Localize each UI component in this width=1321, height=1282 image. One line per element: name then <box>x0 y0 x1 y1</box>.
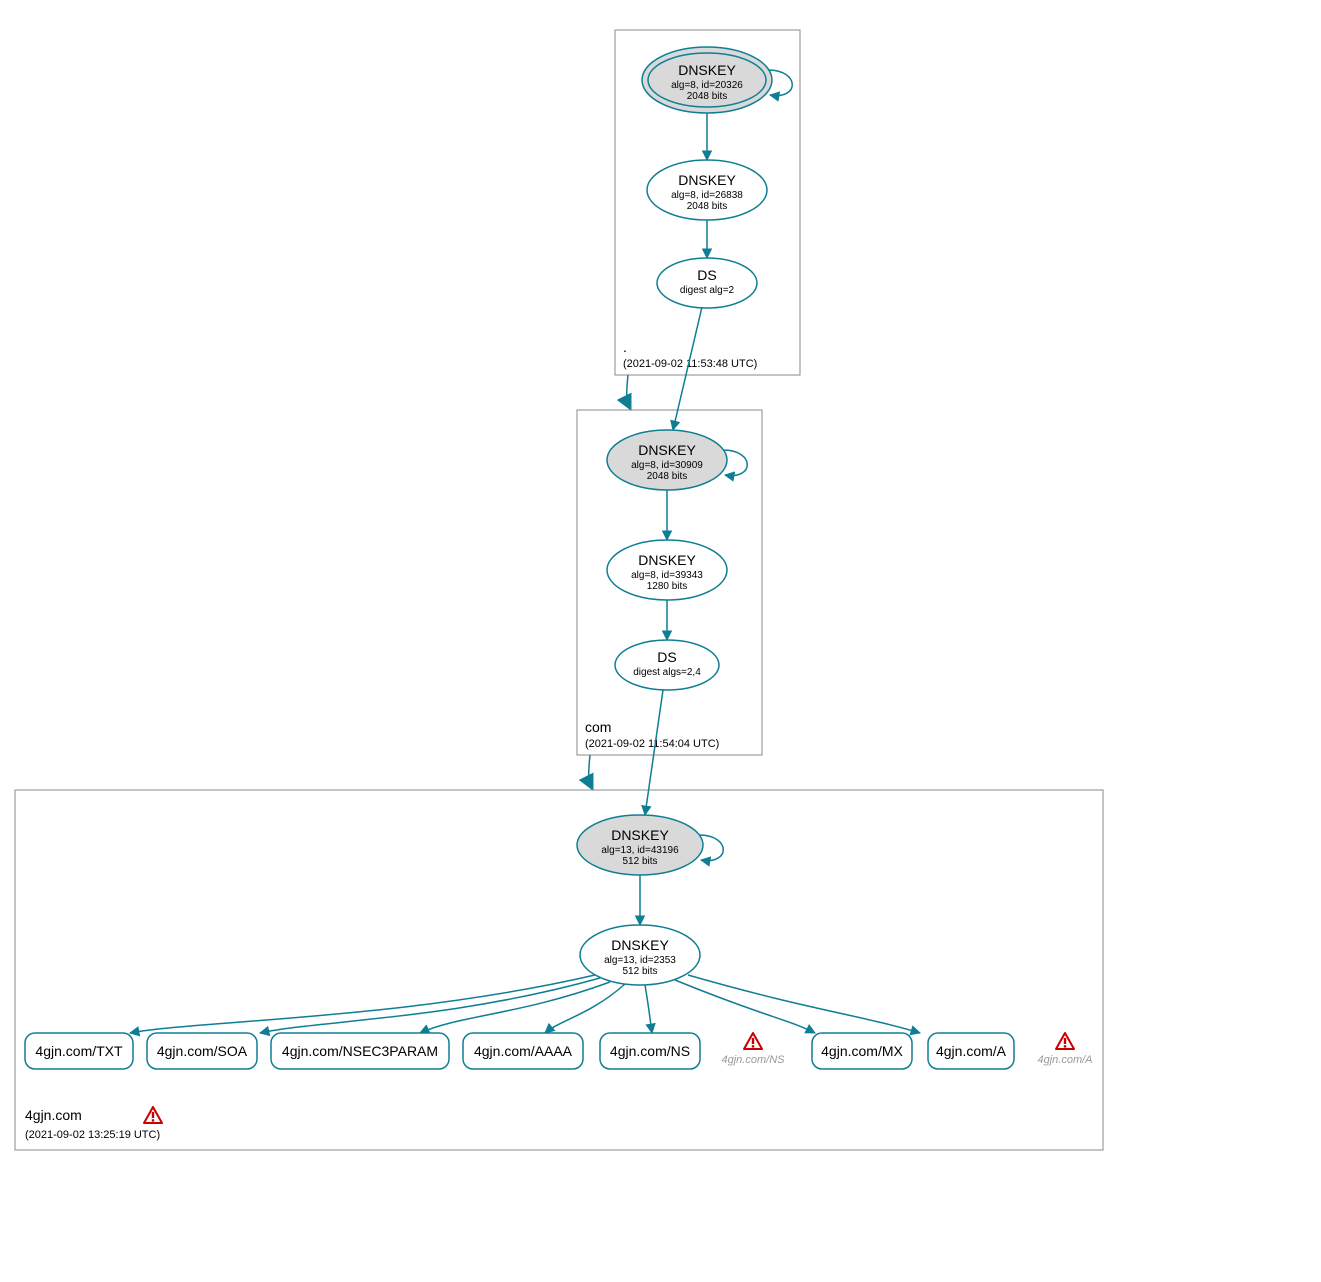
ghost-a-label: 4gjn.com/A <box>1037 1054 1092 1066</box>
edge-zone-com-leaf <box>589 755 592 788</box>
zone-com-ts: (2021-09-02 11:54:04 UTC) <box>585 738 719 750</box>
rr-mx: 4gjn.com/MX <box>812 1033 912 1069</box>
edge-leaf-a <box>688 975 920 1033</box>
svg-text:digest algs=2,4: digest algs=2,4 <box>633 667 701 678</box>
svg-text:4gjn.com/AAAA: 4gjn.com/AAAA <box>474 1043 573 1059</box>
svg-text:DNSKEY: DNSKEY <box>678 62 736 78</box>
svg-text:2048 bits: 2048 bits <box>687 201 728 212</box>
svg-text:DNSKEY: DNSKEY <box>638 552 696 568</box>
svg-text:4gjn.com/A: 4gjn.com/A <box>936 1043 1007 1059</box>
svg-text:alg=8, id=26838: alg=8, id=26838 <box>671 190 743 201</box>
zone-root-name: . <box>623 339 627 355</box>
svg-text:512 bits: 512 bits <box>622 966 657 977</box>
rr-txt: 4gjn.com/TXT <box>25 1033 133 1069</box>
dnssec-diagram: . (2021-09-02 11:53:48 UTC) DNSKEY alg=8… <box>0 0 1321 1282</box>
svg-text:alg=8, id=39343: alg=8, id=39343 <box>631 570 703 581</box>
svg-text:4gjn.com/MX: 4gjn.com/MX <box>821 1043 903 1059</box>
rr-aaaa: 4gjn.com/AAAA <box>463 1033 583 1069</box>
ghost-ns-label: 4gjn.com/NS <box>722 1054 786 1066</box>
zone-leaf-box <box>15 790 1103 1150</box>
leaf-ksk-node: DNSKEY alg=13, id=43196 512 bits <box>577 815 703 875</box>
edge-zone-root-com <box>627 375 630 408</box>
svg-text:DNSKEY: DNSKEY <box>638 442 696 458</box>
svg-text:digest alg=2: digest alg=2 <box>680 285 735 296</box>
root-ksk-node: DNSKEY alg=8, id=20326 2048 bits <box>642 47 772 113</box>
svg-text:2048 bits: 2048 bits <box>647 471 688 482</box>
svg-text:DS: DS <box>657 649 676 665</box>
svg-text:DNSKEY: DNSKEY <box>611 937 669 953</box>
svg-text:4gjn.com/TXT: 4gjn.com/TXT <box>35 1043 123 1059</box>
edge-leaf-mx <box>675 980 815 1033</box>
zone-com-name: com <box>585 719 611 735</box>
svg-text:512 bits: 512 bits <box>622 856 657 867</box>
rr-a: 4gjn.com/A <box>928 1033 1014 1069</box>
leaf-zsk-node: DNSKEY alg=13, id=2353 512 bits <box>580 925 700 985</box>
svg-text:alg=8, id=20326: alg=8, id=20326 <box>671 80 743 91</box>
svg-text:alg=13, id=2353: alg=13, id=2353 <box>604 955 676 966</box>
zone-leaf-ts: (2021-09-02 13:25:19 UTC) <box>25 1129 160 1141</box>
svg-text:4gjn.com/NS: 4gjn.com/NS <box>610 1043 690 1059</box>
rr-nsec3param: 4gjn.com/NSEC3PARAM <box>271 1033 449 1069</box>
svg-text:1280 bits: 1280 bits <box>647 581 688 592</box>
com-ksk-node: DNSKEY alg=8, id=30909 2048 bits <box>607 430 727 490</box>
warning-icon <box>744 1033 762 1049</box>
warning-icon <box>1056 1033 1074 1049</box>
svg-text:2048 bits: 2048 bits <box>687 91 728 102</box>
zone-leaf-name: 4gjn.com <box>25 1107 82 1123</box>
com-ds-node: DS digest algs=2,4 <box>615 640 719 690</box>
rr-soa: 4gjn.com/SOA <box>147 1033 257 1069</box>
svg-text:alg=13, id=43196: alg=13, id=43196 <box>601 845 679 856</box>
svg-text:DS: DS <box>697 267 716 283</box>
edge-leaf-txt <box>130 975 595 1033</box>
root-ds-node: DS digest alg=2 <box>657 258 757 308</box>
com-zsk-node: DNSKEY alg=8, id=39343 1280 bits <box>607 540 727 600</box>
svg-text:DNSKEY: DNSKEY <box>678 172 736 188</box>
edge-leaf-soa <box>260 978 600 1033</box>
edge-leaf-ns <box>645 985 652 1033</box>
svg-text:4gjn.com/SOA: 4gjn.com/SOA <box>157 1043 248 1059</box>
root-zsk-node: DNSKEY alg=8, id=26838 2048 bits <box>647 160 767 220</box>
rr-ns: 4gjn.com/NS <box>600 1033 700 1069</box>
edge-leaf-nsec <box>420 982 610 1033</box>
svg-text:alg=8, id=30909: alg=8, id=30909 <box>631 460 703 471</box>
edge-com-ds-leaf-ksk <box>645 690 663 815</box>
svg-text:4gjn.com/NSEC3PARAM: 4gjn.com/NSEC3PARAM <box>282 1043 438 1059</box>
warning-icon <box>144 1107 162 1123</box>
svg-text:DNSKEY: DNSKEY <box>611 827 669 843</box>
